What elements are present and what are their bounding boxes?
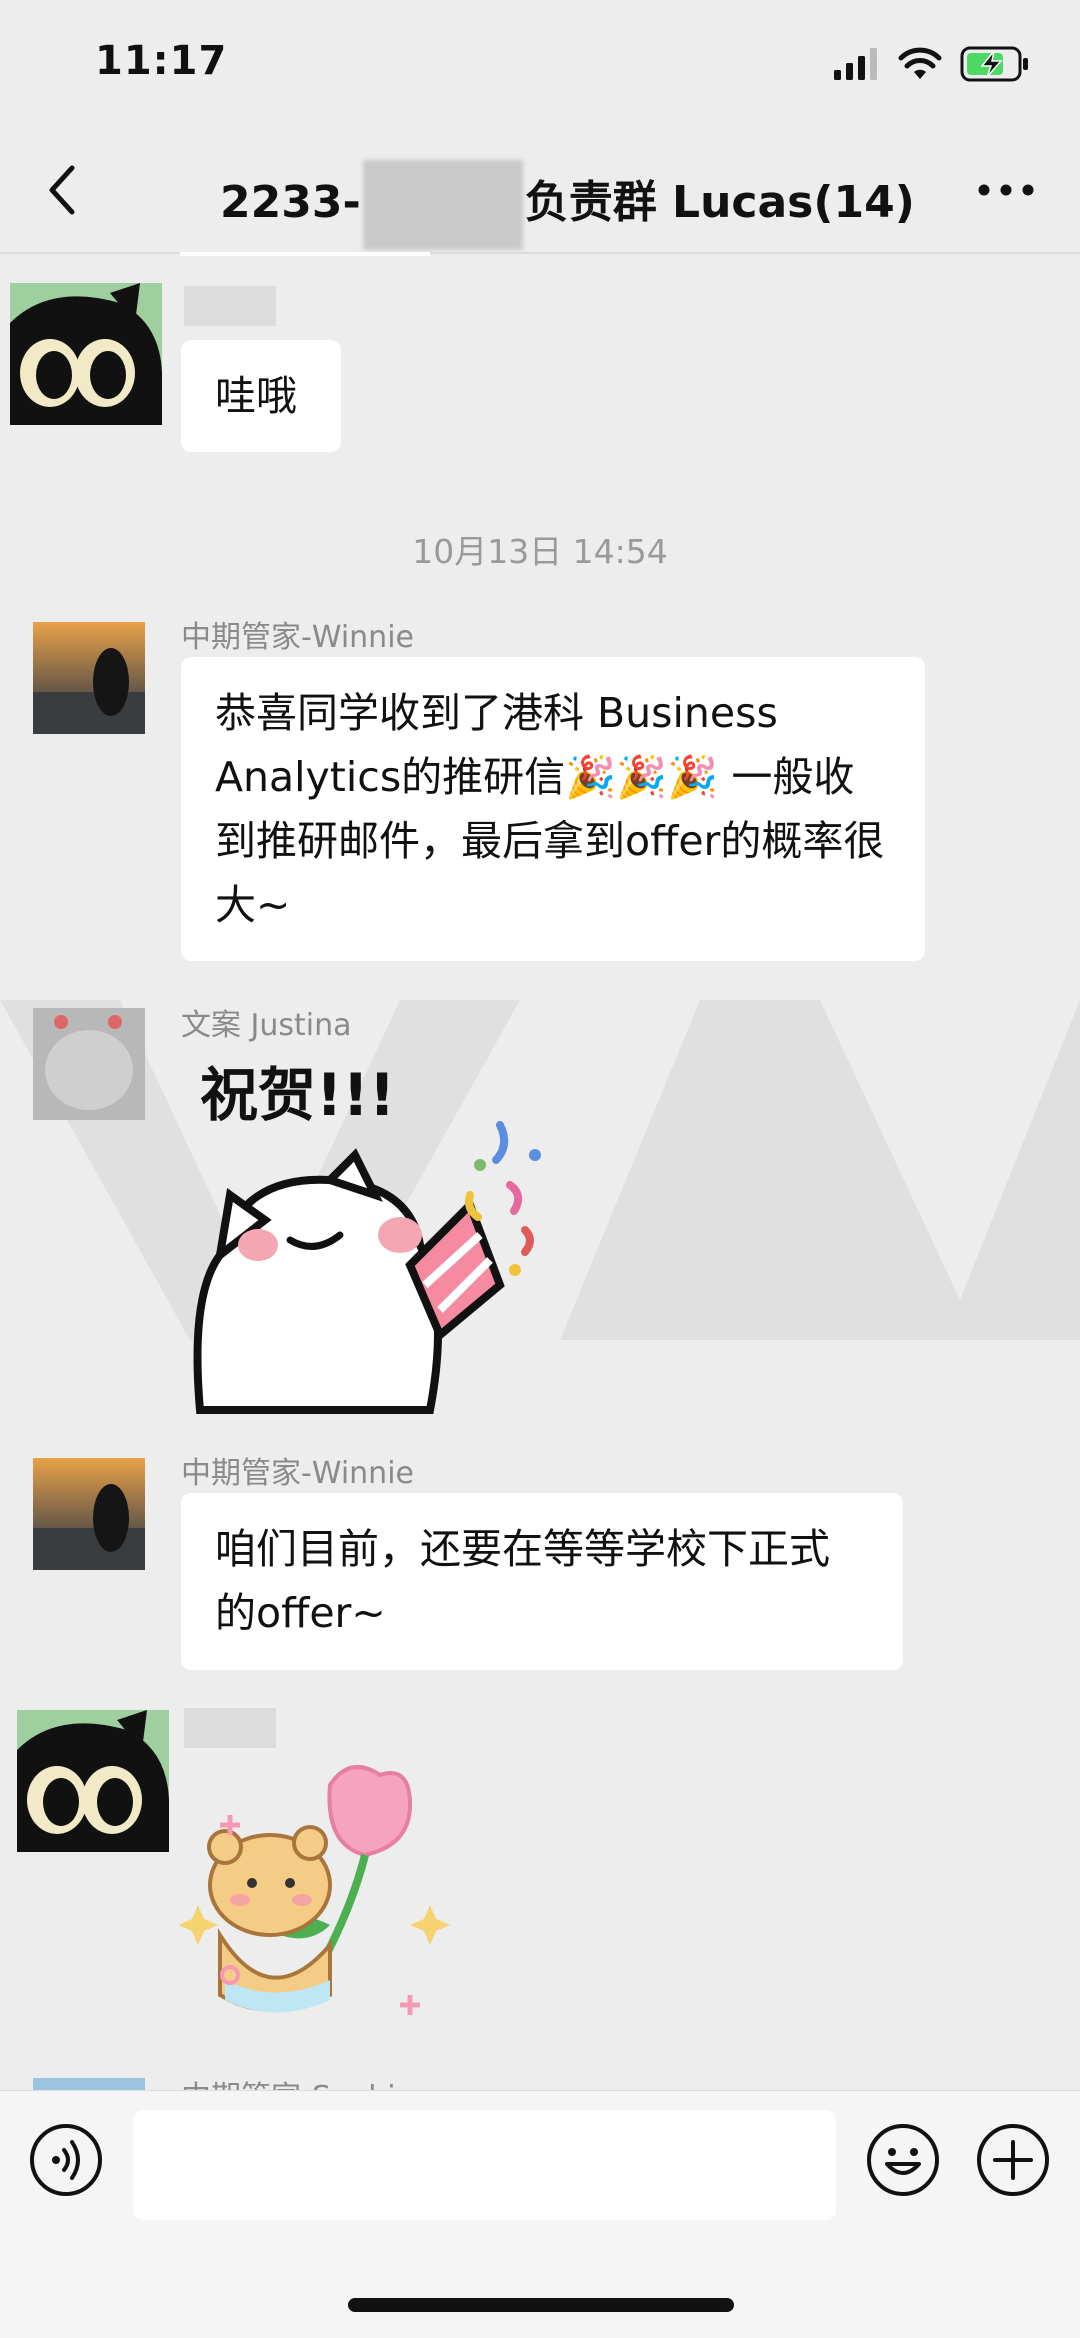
avatar-winnie[interactable] [33, 622, 145, 734]
signal-icon [834, 48, 877, 80]
plus-icon[interactable] [975, 2122, 1051, 2198]
more-dots-icon[interactable] [976, 182, 1036, 198]
message-timestamp: 10月13日 14:54 [412, 532, 668, 571]
redacted-block [362, 160, 523, 250]
chat-title-prefix: 2233- [220, 177, 361, 228]
home-indicator [348, 2298, 734, 2312]
sender-name-redacted [184, 286, 276, 326]
battery-charging-icon [960, 46, 1028, 82]
congrats-sticker[interactable]: 祝贺!!! [180, 1055, 560, 1415]
nav-divider [0, 252, 1080, 254]
sender-name: 中期管家-Winnie [181, 620, 414, 655]
chevron-left-icon[interactable] [40, 160, 90, 220]
message-text: 恭喜同学收到了港科 Business Analytics的推研信🎉🎉🎉 一般收到… [215, 689, 885, 929]
status-time: 11:17 [95, 38, 228, 84]
wifi-icon [898, 47, 942, 79]
sender-name: 中期管家-Winnie [181, 1456, 414, 1491]
status-icons [834, 44, 1030, 84]
avatar-black-cat[interactable] [10, 283, 162, 425]
avatar-winnie[interactable] [33, 1458, 145, 1570]
bear-tulip-sticker[interactable] [178, 1755, 480, 2025]
emoji-icon[interactable] [865, 2122, 941, 2198]
avatar-justina[interactable] [33, 1008, 145, 1120]
avatar-black-cat[interactable] [17, 1710, 169, 1852]
message-bubble[interactable]: 咱们目前，还要在等等学校下正式的offer~ [181, 1493, 903, 1670]
message-text: 咱们目前，还要在等等学校下正式的offer~ [215, 1525, 830, 1637]
chat-title-suffix: 负责群 Lucas(14) [524, 177, 915, 228]
message-bubble[interactable]: 恭喜同学收到了港科 Business Analytics的推研信🎉🎉🎉 一般收到… [181, 657, 925, 961]
chat-title: 2233- 负责群 Lucas(14) [220, 160, 915, 250]
message-text: 哇哦 [215, 372, 297, 420]
message-input[interactable] [133, 2110, 836, 2220]
voice-icon[interactable] [28, 2122, 104, 2198]
sticker-caption: 祝贺!!! [200, 1061, 395, 1129]
sender-name: 文案 Justina [181, 1008, 352, 1043]
message-bubble[interactable]: 哇哦 [181, 340, 341, 452]
sender-name-redacted [184, 1708, 276, 1748]
nav-underline [180, 252, 430, 256]
